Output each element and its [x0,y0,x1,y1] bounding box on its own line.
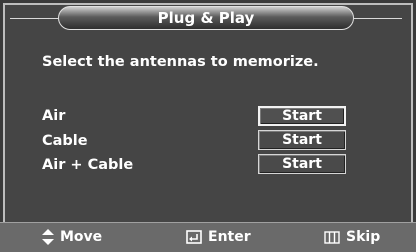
footer-move-label: Move [60,229,103,245]
start-button-air[interactable]: Start [258,106,346,126]
tv-osd-screen: Plug & Play Select the antennas to memor… [0,0,416,252]
instruction-text: Select the antennas to memorize. [42,54,319,70]
footer-enter-label: Enter [208,229,251,245]
footer-move: Move [42,229,102,245]
menu-icon [324,230,340,244]
footer-help-bar: Move Enter Skip [0,222,416,252]
menu-title: Plug & Play [58,6,354,30]
footer-skip-label: Skip [346,229,381,245]
antenna-label-air-cable: Air + Cable [42,157,134,173]
footer-enter: Enter [186,229,251,245]
antenna-label-air: Air [42,108,66,124]
enter-icon [186,230,202,244]
title-divider-right [354,18,402,19]
osd-frame [3,3,413,249]
title-divider-left [10,18,58,19]
footer-skip: Skip [324,229,380,245]
antenna-label-cable: Cable [42,133,88,149]
start-button-air-cable[interactable]: Start [258,154,346,174]
start-button-cable[interactable]: Start [258,130,346,150]
updown-arrows-icon [42,229,54,245]
menu-title-text: Plug & Play [157,9,255,27]
